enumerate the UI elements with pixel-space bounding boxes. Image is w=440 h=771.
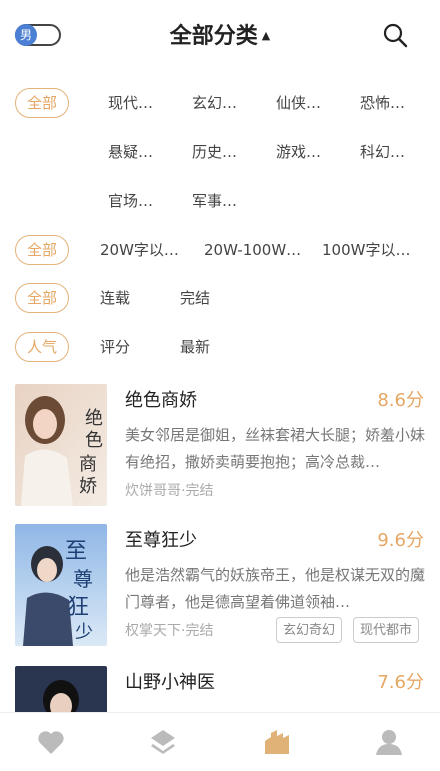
category-item[interactable]: 军事…: [192, 186, 237, 216]
length-filter: 全部 20W字以… 20W-100W… 100W字以…: [0, 235, 440, 275]
book-score: 8.6分: [377, 390, 424, 411]
sort-popular-pill[interactable]: 人气: [15, 332, 69, 362]
category-item[interactable]: 悬疑…: [108, 137, 153, 167]
sort-item[interactable]: 最新: [180, 332, 210, 362]
book-title: 绝色商娇: [125, 390, 197, 411]
sort-filter: 人气 评分 最新: [0, 332, 440, 372]
book-cover: 至 尊 狂 少: [15, 524, 107, 646]
svg-text:狂: 狂: [67, 595, 89, 620]
book-cover: [15, 666, 107, 712]
status-all-pill[interactable]: 全部: [15, 283, 69, 313]
book-score: 7.6分: [377, 672, 424, 693]
category-filter: 全部 现代… 玄幻… 仙侠… 恐怖… 悬疑… 历史… 游戏… 科幻… 官场… 军…: [0, 88, 440, 210]
genre-tag[interactable]: 玄幻奇幻: [276, 617, 343, 643]
page-title-dropdown[interactable]: 全部分类 ▲: [0, 18, 440, 50]
svg-text:色: 色: [85, 430, 103, 451]
caret-up-icon: ▲: [261, 28, 271, 42]
profile-icon[interactable]: [374, 727, 404, 757]
length-item[interactable]: 20W-100W…: [204, 235, 301, 265]
book-description: 美女邻居是御姐，丝袜套裙大长腿；娇羞小妹有绝招，撒娇卖萌要抱抱；高冷总裁…: [125, 426, 425, 471]
svg-text:尊: 尊: [73, 567, 93, 591]
book-score: 9.6分: [377, 530, 424, 551]
bottom-tab-bar: [0, 712, 440, 771]
book-list-item[interactable]: 山野小神医 7.6分: [0, 664, 440, 712]
favorites-icon[interactable]: [36, 727, 66, 757]
book-list-item[interactable]: 至 尊 狂 少 至尊狂少 9.6分 他是浩然霸气的妖族帝王，他是权谋无双的魔门尊…: [0, 522, 440, 652]
book-author-status: 权掌天下·完结: [125, 623, 214, 639]
genre-tag[interactable]: 现代都市: [353, 617, 420, 643]
category-item[interactable]: 恐怖…: [360, 88, 405, 118]
status-filter: 全部 连载 完结: [0, 283, 440, 323]
page-title: 全部分类: [169, 24, 258, 49]
length-item[interactable]: 20W字以…: [100, 235, 179, 265]
category-item[interactable]: 官场…: [108, 186, 153, 216]
category-all-pill[interactable]: 全部: [15, 88, 69, 118]
category-item[interactable]: 游戏…: [276, 137, 321, 167]
book-cover: 绝 色 商 娇: [15, 384, 107, 506]
book-description: 他是浩然霸气的妖族帝王，他是权谋无双的魔门尊者，他是德高望着佛道领袖…: [125, 566, 425, 611]
category-item[interactable]: 仙侠…: [276, 88, 321, 118]
header: 男 全部分类 ▲: [0, 0, 440, 70]
book-list-item[interactable]: 绝 色 商 娇 绝色商娇 8.6分 美女邻居是御姐，丝袜套裙大长腿；娇羞小妹有绝…: [0, 382, 440, 512]
svg-text:至: 至: [65, 539, 87, 564]
book-title: 至尊狂少: [125, 530, 197, 551]
category-icon[interactable]: [262, 727, 292, 757]
status-item[interactable]: 连载: [100, 283, 130, 313]
length-all-pill[interactable]: 全部: [15, 235, 69, 265]
search-icon[interactable]: [382, 22, 408, 48]
status-item[interactable]: 完结: [180, 283, 210, 313]
category-item[interactable]: 现代…: [108, 88, 153, 118]
category-item[interactable]: 玄幻…: [192, 88, 237, 118]
book-title: 山野小神医: [125, 672, 215, 693]
svg-text:商: 商: [79, 454, 97, 475]
layers-icon[interactable]: [148, 727, 178, 757]
category-item[interactable]: 科幻…: [360, 137, 405, 167]
svg-text:绝: 绝: [85, 408, 103, 429]
svg-text:少: 少: [75, 622, 93, 643]
book-author-status: 炊饼哥哥·完结: [125, 483, 214, 499]
category-item[interactable]: 历史…: [192, 137, 237, 167]
length-item[interactable]: 100W字以…: [322, 235, 410, 265]
sort-item[interactable]: 评分: [100, 332, 130, 362]
svg-text:娇: 娇: [79, 476, 97, 497]
